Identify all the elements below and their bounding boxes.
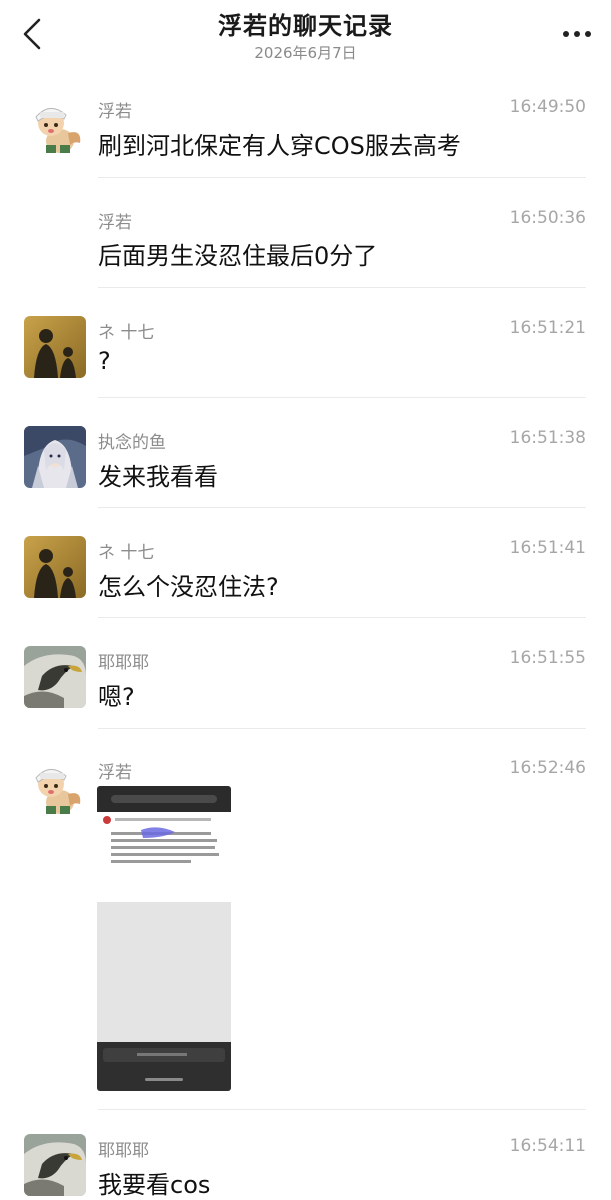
divider <box>98 1109 586 1110</box>
divider <box>98 287 586 288</box>
divider <box>98 507 586 508</box>
message-time: 16:51:41 <box>509 538 586 558</box>
page-title: 浮若的聊天记录 <box>218 12 393 40</box>
image-message-thumbnail[interactable] <box>97 786 231 1091</box>
message-text[interactable]: 嗯? <box>98 677 135 712</box>
sender-name: 浮若 <box>98 213 132 233</box>
message-text[interactable]: ? <box>98 347 111 375</box>
sender-name: ネ 十七 <box>98 543 155 563</box>
eagle-avatar[interactable] <box>24 1134 86 1196</box>
divider <box>98 177 586 178</box>
cartoon-fox-avatar[interactable] <box>24 756 86 818</box>
message-time: 16:49:50 <box>509 97 586 117</box>
chat-history-screen: 浮若的聊天记录 2026年6月7日 浮若 16:49:50 刷到河北保定有人穿C… <box>0 0 611 1200</box>
sender-name: 耶耶耶 <box>98 1141 149 1161</box>
divider <box>98 617 586 618</box>
sender-name: 耶耶耶 <box>98 653 149 673</box>
silhouette-avatar[interactable] <box>24 536 86 598</box>
message-time: 16:50:36 <box>509 208 586 228</box>
message-text[interactable]: 刷到河北保定有人穿COS服去高考 <box>98 126 461 161</box>
sender-name: ネ 十七 <box>98 323 155 343</box>
more-button[interactable] <box>557 18 597 50</box>
eagle-avatar[interactable] <box>24 646 86 708</box>
sender-name: 浮若 <box>98 763 132 783</box>
more-dots-icon <box>563 31 591 37</box>
divider <box>98 397 586 398</box>
sender-name: 浮若 <box>98 102 132 122</box>
message-text[interactable]: 我要看cos <box>98 1165 210 1200</box>
message-text[interactable]: 怎么个没忍住法? <box>98 567 279 602</box>
message-time: 16:51:55 <box>509 648 586 668</box>
divider <box>98 728 586 729</box>
message-time: 16:54:11 <box>509 1136 586 1156</box>
chat-date: 2026年6月7日 <box>254 44 357 62</box>
message-text[interactable]: 后面男生没忍住最后0分了 <box>98 236 377 271</box>
silhouette-avatar[interactable] <box>24 316 86 378</box>
phone-screenshot-image <box>97 786 231 1091</box>
message-time: 16:52:46 <box>509 758 586 778</box>
header: 浮若的聊天记录 2026年6月7日 <box>0 0 611 80</box>
message-time: 16:51:38 <box>509 428 586 448</box>
cartoon-fox-avatar[interactable] <box>24 95 86 157</box>
message-time: 16:51:21 <box>509 318 586 338</box>
message-text[interactable]: 发来我看看 <box>98 457 218 492</box>
sender-name: 执念的鱼 <box>98 433 166 453</box>
anime-character-avatar[interactable] <box>24 426 86 488</box>
